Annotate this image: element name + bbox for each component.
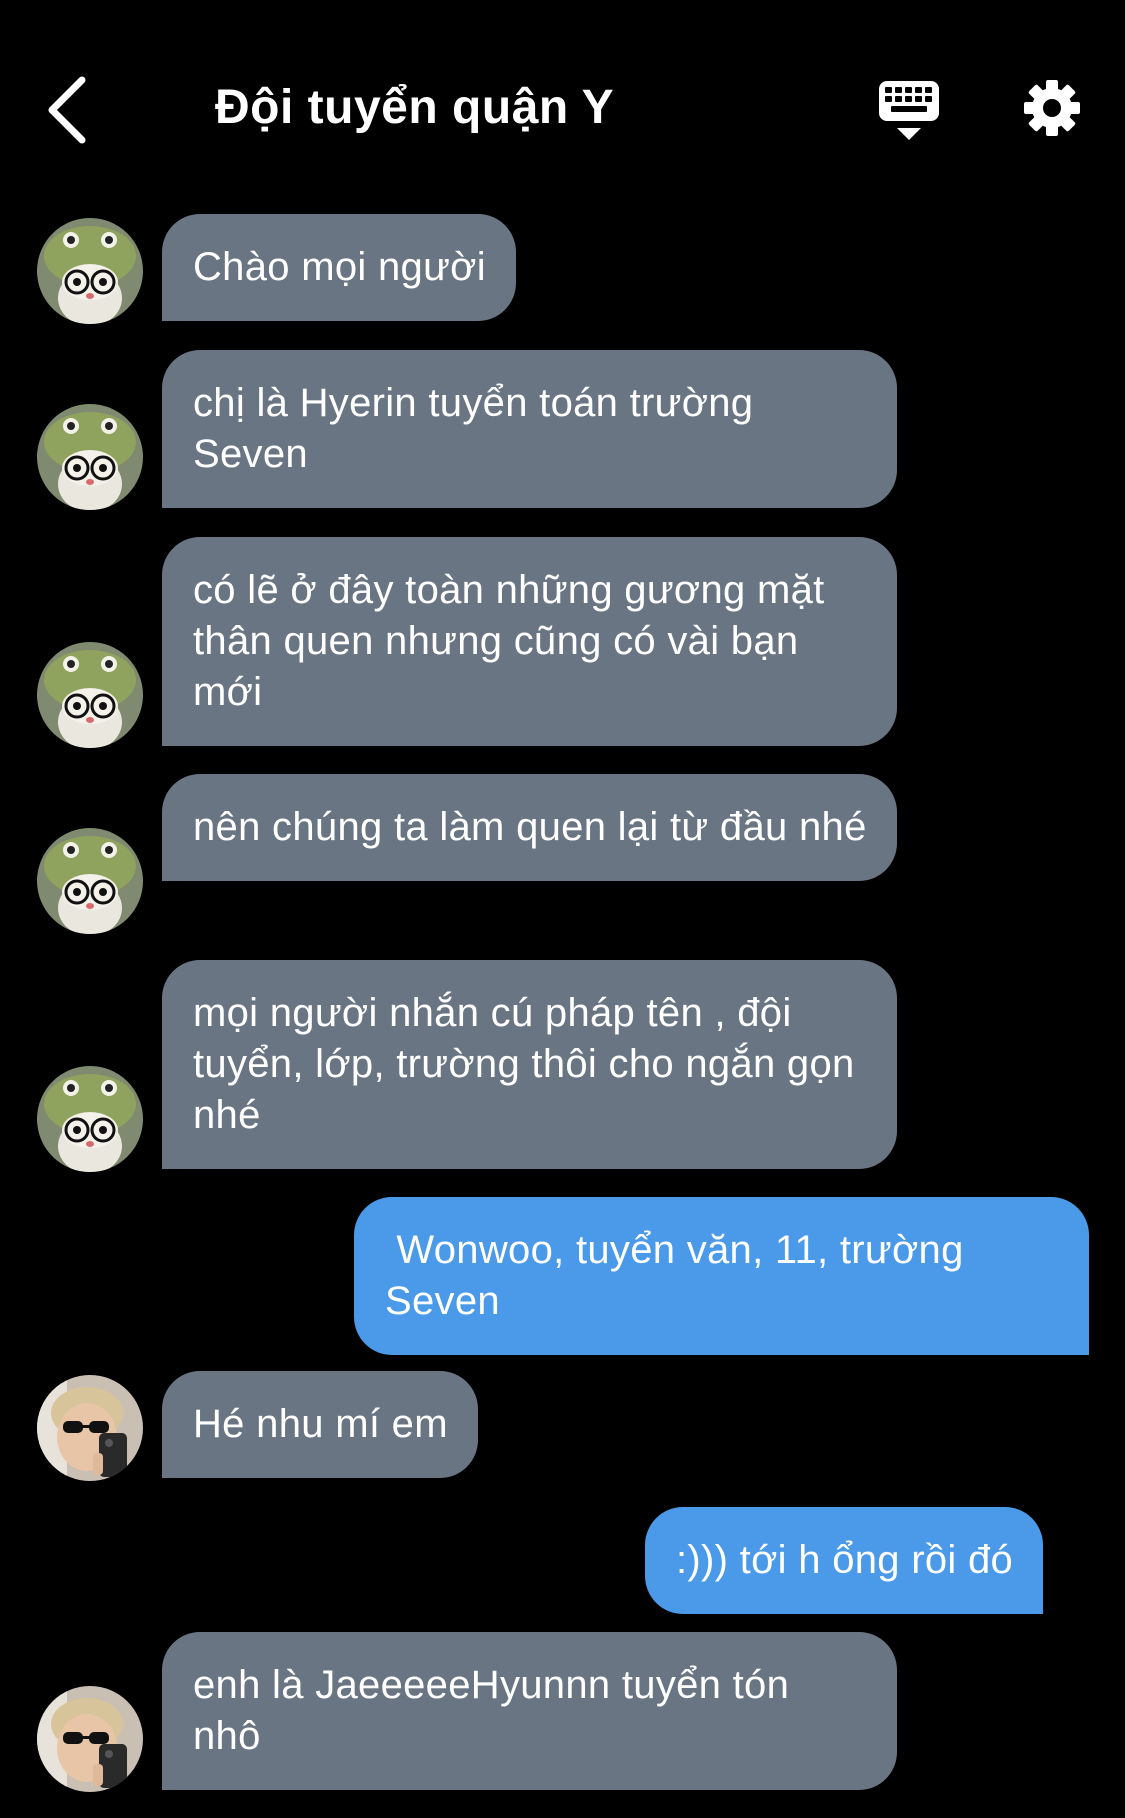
outgoing-message-bubble[interactable]: Wonwoo, tuyển văn, 11, trường Seven — [354, 1197, 1089, 1355]
message-text: mọi người nhắn cú pháp tên , đội tuyển, … — [193, 991, 866, 1137]
avatar[interactable] — [37, 404, 143, 510]
frog-hat-plush-avatar-icon — [37, 218, 143, 324]
message-text: Chào mọi người — [193, 245, 486, 289]
settings-button[interactable] — [1022, 78, 1082, 138]
message-text: có lẽ ở đây toàn những gương mặt thân qu… — [193, 568, 836, 714]
chevron-left-icon — [48, 76, 86, 144]
incoming-message-bubble[interactable]: nên chúng ta làm quen lại từ đầu nhé — [162, 774, 897, 881]
page-title: Đội tuyển quận Y — [215, 81, 615, 134]
incoming-message-bubble[interactable]: chị là Hyerin tuyển toán trường Seven — [162, 350, 897, 508]
message-text: chị là Hyerin tuyển toán trường Seven — [193, 381, 765, 476]
message-text: :))) tới h ổng rồi đó — [676, 1538, 1014, 1582]
keyboard-icon — [879, 81, 939, 140]
avatar[interactable] — [37, 1066, 143, 1172]
avatar[interactable] — [37, 1686, 143, 1792]
avatar[interactable] — [37, 828, 143, 934]
outgoing-message-bubble[interactable]: :))) tới h ổng rồi đó — [645, 1507, 1044, 1614]
incoming-message-bubble[interactable]: enh là JaeeeeeHyunnn tuyển tón nhô — [162, 1632, 897, 1790]
keyboard-button[interactable] — [876, 78, 942, 144]
avatar[interactable] — [37, 218, 143, 324]
frog-hat-plush-avatar-icon — [37, 1066, 143, 1172]
message-text: Wonwoo, tuyển văn, 11, trường Seven — [385, 1228, 976, 1323]
message-text: Hé nhu mí em — [193, 1402, 448, 1446]
message-text: nên chúng ta làm quen lại từ đầu nhé — [193, 805, 867, 849]
incoming-message-bubble[interactable]: Chào mọi người — [162, 214, 516, 321]
message-text: enh là JaeeeeeHyunnn tuyển tón nhô — [193, 1663, 801, 1758]
frog-hat-plush-avatar-icon — [37, 404, 143, 510]
incoming-message-bubble[interactable]: Hé nhu mí em — [162, 1371, 478, 1478]
incoming-message-bubble[interactable]: mọi người nhắn cú pháp tên , đội tuyển, … — [162, 960, 897, 1169]
sunglasses-selfie-avatar-icon — [37, 1686, 143, 1792]
gear-icon — [1024, 80, 1080, 136]
chat-header: Đội tuyển quận Y — [0, 0, 1125, 200]
avatar[interactable] — [37, 1375, 143, 1481]
frog-hat-plush-avatar-icon — [37, 828, 143, 934]
avatar[interactable] — [37, 642, 143, 748]
frog-hat-plush-avatar-icon — [37, 642, 143, 748]
sunglasses-selfie-avatar-icon — [37, 1375, 143, 1481]
back-button[interactable] — [40, 70, 100, 150]
incoming-message-bubble[interactable]: có lẽ ở đây toàn những gương mặt thân qu… — [162, 537, 897, 746]
